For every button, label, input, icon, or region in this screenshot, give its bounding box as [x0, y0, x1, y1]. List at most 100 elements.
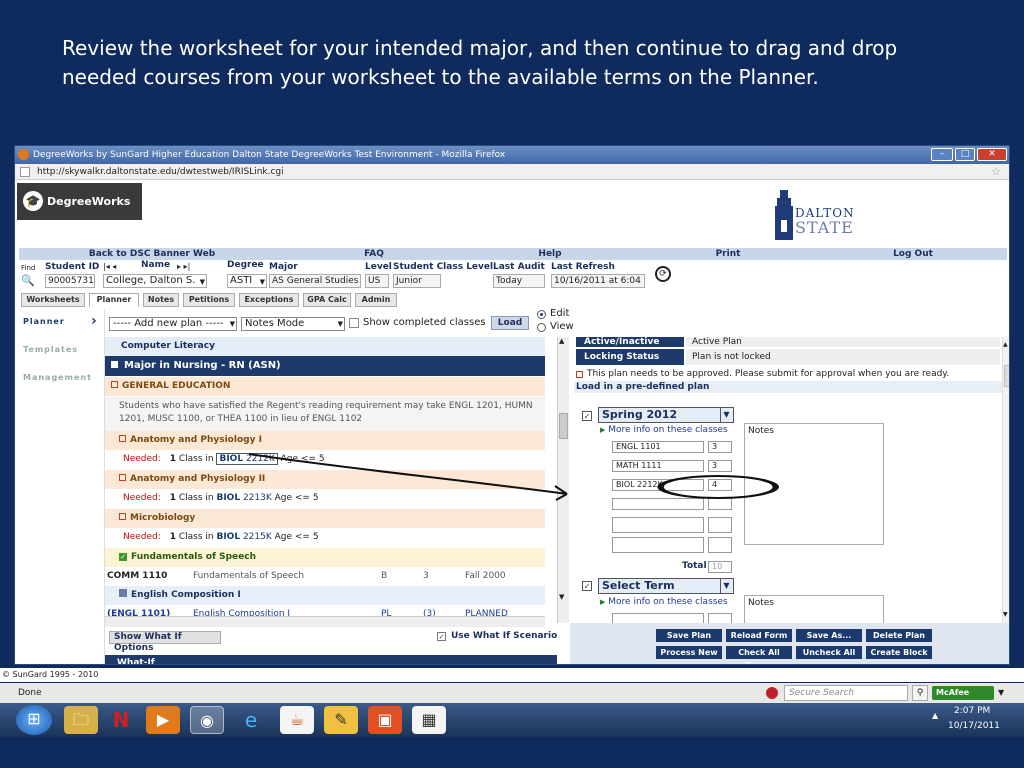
load-button[interactable]: Load — [491, 316, 529, 330]
course-slot[interactable]: ENGL 1101 — [612, 441, 704, 453]
credit-slot-empty[interactable] — [708, 517, 732, 533]
sidenav-templates[interactable]: Templates — [23, 345, 78, 354]
student-name-select[interactable]: College, Dalton S. ▼ — [103, 274, 207, 288]
add-plan-select[interactable]: ----- Add new plan ----- ▼ — [109, 317, 237, 331]
tab-admin[interactable]: Admin — [355, 293, 397, 307]
tab-petitions[interactable]: Petitions — [183, 293, 235, 307]
nav-logout-link[interactable]: Log Out — [819, 248, 1007, 260]
more-info-link[interactable]: ▶ More info on these classes — [600, 425, 728, 435]
level-field: US — [365, 274, 389, 288]
url-text[interactable]: http://skywalkr.daltonstate.edu/dwtestwe… — [37, 167, 284, 177]
term-checkbox[interactable]: ✓ — [582, 581, 592, 591]
term-select[interactable]: Spring 2012 ▼ — [598, 407, 734, 423]
tab-gpa-calc[interactable]: GPA Calc — [303, 293, 351, 307]
course-slot-empty[interactable] — [612, 498, 704, 510]
check-all-terms-button[interactable]: Check All Terms — [726, 646, 792, 664]
clock-date[interactable]: 10/17/2011 — [948, 721, 1000, 731]
tray-arrow-icon[interactable]: ▲ — [932, 711, 938, 720]
horizontal-scrollbar[interactable] — [105, 616, 545, 627]
credit-slot-empty[interactable] — [708, 537, 732, 553]
reload-form-button[interactable]: Reload Form — [726, 629, 792, 642]
save-as-button[interactable]: Save As... — [796, 629, 862, 642]
firefox-icon[interactable]: ◉ — [190, 706, 224, 734]
show-what-if-button[interactable]: Show What If Options — [109, 631, 221, 653]
create-block-button[interactable]: Create Block — [866, 646, 932, 659]
course-slot-empty[interactable] — [612, 613, 704, 623]
tab-exceptions[interactable]: Exceptions — [239, 293, 299, 307]
scroll-up-icon[interactable]: ▲ — [1003, 341, 1008, 348]
calculator-icon[interactable]: ▦ — [412, 706, 446, 734]
credit-slot-empty[interactable] — [708, 613, 732, 623]
mcafee-badge[interactable]: McAfee — [932, 686, 994, 700]
clock-time[interactable]: 2:07 PM — [954, 706, 990, 716]
refresh-icon[interactable]: ⟳ — [655, 266, 671, 282]
close-button[interactable]: ✕ — [977, 148, 1007, 161]
nav-help-link[interactable]: Help — [463, 248, 637, 260]
scroll-thumb[interactable] — [1004, 365, 1009, 387]
media-player-icon[interactable]: ▶ — [146, 706, 180, 734]
scroll-down-icon[interactable]: ▼ — [559, 593, 564, 601]
sticky-tool-icon[interactable]: ✎ — [324, 706, 358, 734]
tab-worksheets[interactable]: Worksheets — [21, 293, 85, 307]
search-icon[interactable]: ⚲ — [912, 685, 928, 701]
use-what-if-checkbox[interactable]: ✓ — [437, 632, 446, 641]
find-icon[interactable]: 🔍 — [21, 274, 35, 287]
edit-radio[interactable] — [537, 310, 546, 319]
mode-value: Notes Mode — [245, 318, 305, 329]
tab-notes[interactable]: Notes — [143, 293, 179, 307]
term-select[interactable]: Select Term ▼ — [598, 578, 734, 594]
sidenav-planner[interactable]: Planner — [23, 317, 65, 326]
first-record-icon[interactable]: |◂ ◂ — [103, 262, 116, 271]
start-button[interactable]: ⊞ — [16, 705, 52, 735]
load-predefined-link[interactable]: Load in a pre-defined plan — [574, 381, 1008, 393]
tab-planner[interactable]: Planner — [89, 293, 139, 307]
more-info-link[interactable]: ▶ More info on these classes — [600, 597, 728, 607]
maximize-button[interactable]: □ — [955, 148, 975, 161]
delete-plan-button[interactable]: Delete Plan — [866, 629, 932, 642]
scroll-down-icon[interactable]: ▼ — [1003, 611, 1008, 618]
course-slot-empty[interactable] — [612, 537, 704, 553]
onenote-icon[interactable]: N — [104, 706, 138, 734]
mode-select[interactable]: Notes Mode ▼ — [241, 317, 345, 331]
draggable-course[interactable]: BIOL 2215K — [216, 532, 271, 542]
mcafee-shield-icon — [766, 687, 778, 699]
credit-slot[interactable]: 3 — [708, 460, 732, 472]
scroll-up-icon[interactable]: ▲ — [559, 337, 564, 345]
credit-slot[interactable]: 3 — [708, 441, 732, 453]
internet-explorer-icon[interactable]: e — [234, 706, 268, 734]
nav-back-link[interactable]: Back to DSC Banner Web — [19, 248, 285, 260]
planner-side-nav: Planner › Templates Management — [15, 309, 105, 664]
microbiology-row: Microbiology — [105, 509, 545, 528]
address-bar[interactable]: http://skywalkr.daltonstate.edu/dwtestwe… — [15, 164, 1009, 180]
view-radio[interactable] — [537, 323, 546, 332]
speech-row: ✓ Fundamentals of Speech — [105, 548, 545, 567]
scroll-thumb[interactable] — [559, 413, 568, 439]
last-audit-label: Last Audit — [493, 262, 545, 272]
process-new-button[interactable]: Process New — [656, 646, 722, 659]
term-notes[interactable]: Notes — [744, 595, 884, 623]
presentation-icon[interactable]: ▣ — [368, 706, 402, 734]
java-icon[interactable]: ☕ — [280, 706, 314, 734]
planner-scrollbar[interactable]: ▲ ▼ — [1002, 337, 1009, 623]
course-slot-empty[interactable] — [612, 517, 704, 533]
uncheck-all-button[interactable]: Uncheck All — [796, 646, 862, 659]
nav-faq-link[interactable]: FAQ — [289, 248, 459, 260]
course-slot[interactable]: MATH 1111 — [612, 460, 704, 472]
windows-taskbar: ⊞ 🗀 N ▶ ◉ e ☕ ✎ ▣ ▦ ▲ 2:07 PM 10/17/2011 — [0, 703, 1024, 737]
speech-label: Fundamentals of Speech — [131, 552, 256, 562]
active-status-label: Active/Inactive — [576, 337, 684, 347]
explorer-icon[interactable]: 🗀 — [64, 706, 98, 734]
secure-search-input[interactable]: Secure Search — [784, 685, 908, 701]
last-record-icon[interactable]: ▸ ▸| — [177, 262, 190, 271]
term-checkbox[interactable]: ✓ — [582, 411, 592, 421]
bookmark-star-icon[interactable]: ☆ — [991, 164, 1001, 180]
chevron-down-icon[interactable]: ▼ — [998, 683, 1004, 703]
save-plan-button[interactable]: Save Plan — [656, 629, 722, 642]
degree-select[interactable]: ASTI ▼ — [227, 274, 267, 288]
nav-print-link[interactable]: Print — [641, 248, 815, 260]
credit-slot-empty[interactable] — [708, 498, 732, 510]
sidenav-management[interactable]: Management — [23, 373, 92, 382]
show-completed-checkbox[interactable] — [349, 318, 359, 328]
minimize-button[interactable]: – — [931, 148, 953, 161]
student-id-field[interactable]: 90005731 — [45, 274, 95, 288]
